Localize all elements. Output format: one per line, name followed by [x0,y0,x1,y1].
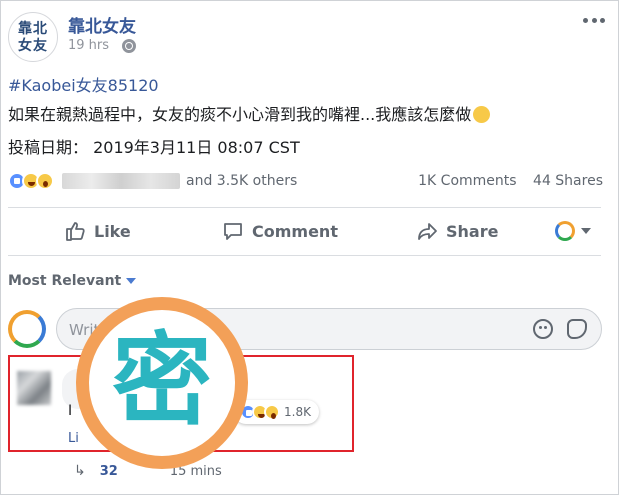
divider [8,207,601,208]
wow-reaction-icon [36,172,54,190]
user-avatar-icon [555,221,575,241]
reply-arrow-icon: ↳ [74,463,86,479]
page-name-link[interactable]: 靠北女友 [68,12,136,37]
sticker-icon[interactable] [567,319,587,339]
reaction-others-count[interactable]: and 3.5K others [186,173,297,189]
blurred-reactor-names [62,173,180,189]
post-hashtag[interactable]: #Kaobei女友85120 [8,72,159,96]
chevron-down-icon [126,278,137,284]
comment-text-fragment: I [68,403,73,419]
page-avatar[interactable]: 靠北 女友 [8,12,58,62]
submission-date-text: 投稿日期： 2019年3月11日 08:07 CST [8,138,300,157]
watermark-character: 密 [112,322,212,439]
comment-button[interactable]: Comment [222,218,338,244]
avatar-text-top: 靠北 [18,21,48,37]
divider [8,255,601,256]
like-label: Like [94,221,131,241]
reaction-picker[interactable] [555,221,591,241]
share-label: Share [446,221,499,241]
comment-bubble-icon [224,223,242,240]
more-options-icon[interactable] [583,16,605,24]
shares-count-link[interactable]: 44 Shares [533,173,603,189]
reactions-summary[interactable]: and 3.5K others [8,172,297,190]
post-text-line: 如果在親熱過程中，女友的痰不小心滑到我的嘴裡...我應該怎麼做 [8,101,491,125]
thumbs-up-icon [66,222,85,241]
sort-label: Most Relevant [8,273,122,289]
emoji-icon[interactable] [533,319,553,339]
comment-sort-dropdown[interactable]: Most Relevant [8,273,137,289]
comment-reactions-badge[interactable]: 1.8K [234,400,319,424]
share-button[interactable]: Share [416,218,498,244]
share-arrow-icon [418,223,437,240]
comment-reaction-count: 1.8K [284,405,311,419]
wow-reaction-icon [264,404,280,420]
reply-count[interactable]: 32 [100,464,118,479]
avatar-text-bottom: 女友 [18,38,48,54]
like-button[interactable]: Like [64,218,131,244]
watermark-stamp: 密 [76,297,248,469]
commenter-avatar[interactable] [17,371,51,405]
post-body-text: 如果在親熱過程中，女友的痰不小心滑到我的嘴裡...我應該怎麼做 [8,105,472,124]
chevron-down-icon [581,228,591,234]
engagement-counts: 1K Comments 44 Shares [418,173,603,189]
globe-icon [122,39,136,53]
post-timestamp[interactable]: 19 hrs [68,38,109,53]
thinking-face-emoji-icon [473,106,491,123]
comment-label: Comment [252,221,338,241]
current-user-avatar [8,310,46,348]
comment-like-link[interactable]: Li [68,431,79,446]
comments-count-link[interactable]: 1K Comments [418,173,516,189]
